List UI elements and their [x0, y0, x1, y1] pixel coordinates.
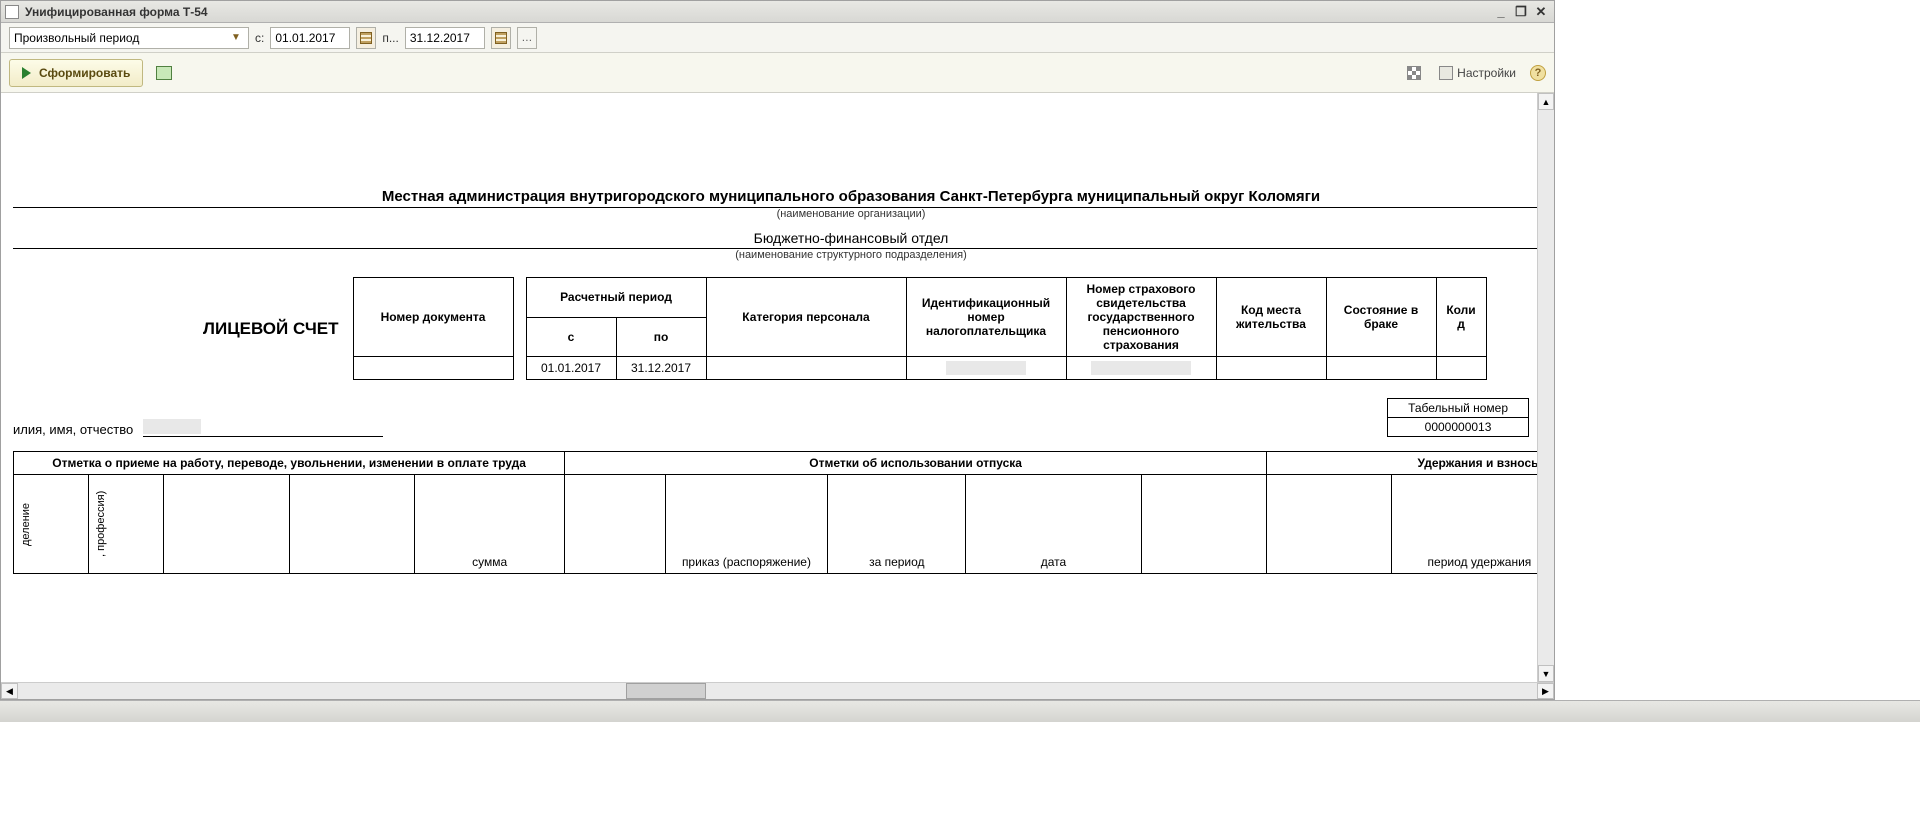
play-icon	[22, 67, 31, 79]
grid-button[interactable]	[1403, 62, 1425, 84]
col-date: дата	[966, 475, 1141, 574]
fio-label: илия, имя, отчество	[13, 422, 133, 437]
scroll-up-button[interactable]: ▲	[1538, 93, 1554, 110]
val-residence	[1216, 357, 1326, 380]
col-sum: сумма	[414, 475, 564, 574]
val-inn: XXXXXXXXXX	[906, 357, 1066, 380]
tabnum-label: Табельный номер	[1388, 399, 1529, 418]
col-withhold-period: период удержания	[1392, 475, 1537, 574]
export-button[interactable]	[153, 62, 175, 84]
vert-prof: , профессия)	[95, 479, 107, 569]
dept-name: Бюджетно-финансовый отдел	[13, 230, 1537, 246]
tabnum-table: Табельный номер 0000000013	[1387, 398, 1529, 437]
calendar-icon	[360, 32, 372, 44]
to-label: п...	[382, 31, 399, 45]
lh-withhold: Удержания и взносы	[1266, 452, 1537, 475]
val-category	[706, 357, 906, 380]
calendar-icon	[495, 32, 507, 44]
taskbar-item[interactable]	[28, 703, 40, 721]
org-name: Местная администрация внутригородского м…	[13, 188, 1537, 205]
vertical-scrollbar[interactable]: ▲ ▼	[1537, 93, 1554, 682]
col-category: Категория персонала	[706, 278, 906, 357]
val-from: 01.01.2017	[526, 357, 616, 380]
col-to: по	[616, 317, 706, 357]
val-kids	[1436, 357, 1486, 380]
horizontal-scrollbar[interactable]: ◀ ▶	[1, 682, 1554, 699]
scroll-left-button[interactable]: ◀	[1, 683, 18, 699]
col-kids: Коли д	[1436, 278, 1486, 357]
minimize-button[interactable]: _	[1492, 4, 1510, 20]
settings-label: Настройки	[1457, 66, 1516, 80]
col-marital: Состояние в браке	[1326, 278, 1436, 357]
date-to-value: 31.12.2017	[410, 31, 470, 45]
calendar-to-button[interactable]	[491, 27, 511, 49]
window-title: Унифицированная форма Т-54	[25, 5, 1492, 19]
val-pens: XXX-XXX-XXX XX	[1066, 357, 1216, 380]
scroll-down-button[interactable]: ▼	[1538, 665, 1554, 682]
taskbar	[0, 700, 1920, 722]
generate-label: Сформировать	[39, 66, 130, 80]
titlebar: Унифицированная форма Т-54 _ ❐ ✕	[1, 1, 1554, 23]
vert-dept: деление	[20, 479, 32, 569]
more-periods-button[interactable]: …	[517, 27, 537, 49]
col-for-period: за период	[828, 475, 966, 574]
col-pens: Номер страхового свидетельства государст…	[1066, 278, 1216, 357]
grid-icon	[1407, 66, 1421, 80]
approved-label: Утв	[13, 113, 1537, 128]
date-to-input[interactable]: 31.12.2017	[405, 27, 485, 49]
col-order: приказ (распоряжение)	[665, 475, 828, 574]
scroll-thumb[interactable]	[626, 683, 706, 699]
document-icon	[5, 5, 19, 19]
chevron-down-icon: ▼	[228, 32, 244, 43]
col-doc-no: Номер документа	[353, 278, 513, 357]
close-button[interactable]: ✕	[1532, 4, 1550, 20]
tabnum-value: 0000000013	[1388, 418, 1529, 437]
export-icon	[156, 66, 172, 80]
scroll-track[interactable]	[18, 683, 1537, 699]
header-table: ЛИЦЕВОЙ СЧЕТ Номер документа Расчетный п…	[13, 277, 1487, 380]
val-to: 31.12.2017	[616, 357, 706, 380]
lh-hire: Отметка о приеме на работу, переводе, ув…	[14, 452, 565, 475]
document-scroll[interactable]: Утв Местная администрация внутригородско…	[1, 93, 1537, 682]
col-residence: Код места жительства	[1216, 278, 1326, 357]
period-toolbar: Произвольный период ▼ с: 01.01.2017 п...…	[1, 23, 1554, 53]
lower-table: Отметка о приеме на работу, переводе, ув…	[13, 451, 1537, 574]
restore-button[interactable]: ❐	[1512, 4, 1530, 20]
col-inn: Идентификационный номер налогоплательщик…	[906, 278, 1066, 357]
gear-icon	[1439, 66, 1453, 80]
account-title: ЛИЦЕВОЙ СЧЕТ	[19, 319, 347, 339]
generate-button[interactable]: Сформировать	[9, 59, 143, 87]
scroll-right-button[interactable]: ▶	[1537, 683, 1554, 699]
org-caption: (наименование организации)	[13, 208, 1537, 220]
period-combo-text: Произвольный период	[14, 31, 139, 45]
fio-value: [redacted]	[143, 419, 383, 437]
col-period: Расчетный период	[526, 278, 706, 318]
calendar-from-button[interactable]	[356, 27, 376, 49]
main-window: Унифицированная форма Т-54 _ ❐ ✕ Произво…	[0, 0, 1555, 700]
period-combo[interactable]: Произвольный период ▼	[9, 27, 249, 49]
scroll-track[interactable]	[1538, 110, 1554, 665]
settings-button[interactable]: Настройки	[1435, 66, 1520, 80]
val-marital	[1326, 357, 1436, 380]
document-area: Утв Местная администрация внутригородско…	[1, 93, 1554, 682]
date-from-input[interactable]: 01.01.2017	[270, 27, 350, 49]
val-doc-no	[353, 357, 513, 380]
help-button[interactable]: ?	[1530, 65, 1546, 81]
lh-vacation: Отметки об использовании отпуска	[565, 452, 1267, 475]
from-label: с:	[255, 31, 264, 45]
taskbar-item[interactable]	[6, 703, 18, 721]
date-from-value: 01.01.2017	[275, 31, 335, 45]
dept-caption: (наименование структурного подразделения…	[13, 249, 1537, 261]
action-toolbar: Сформировать Настройки ?	[1, 53, 1554, 93]
col-from: с	[526, 317, 616, 357]
document-content: Утв Местная администрация внутригородско…	[1, 93, 1537, 682]
